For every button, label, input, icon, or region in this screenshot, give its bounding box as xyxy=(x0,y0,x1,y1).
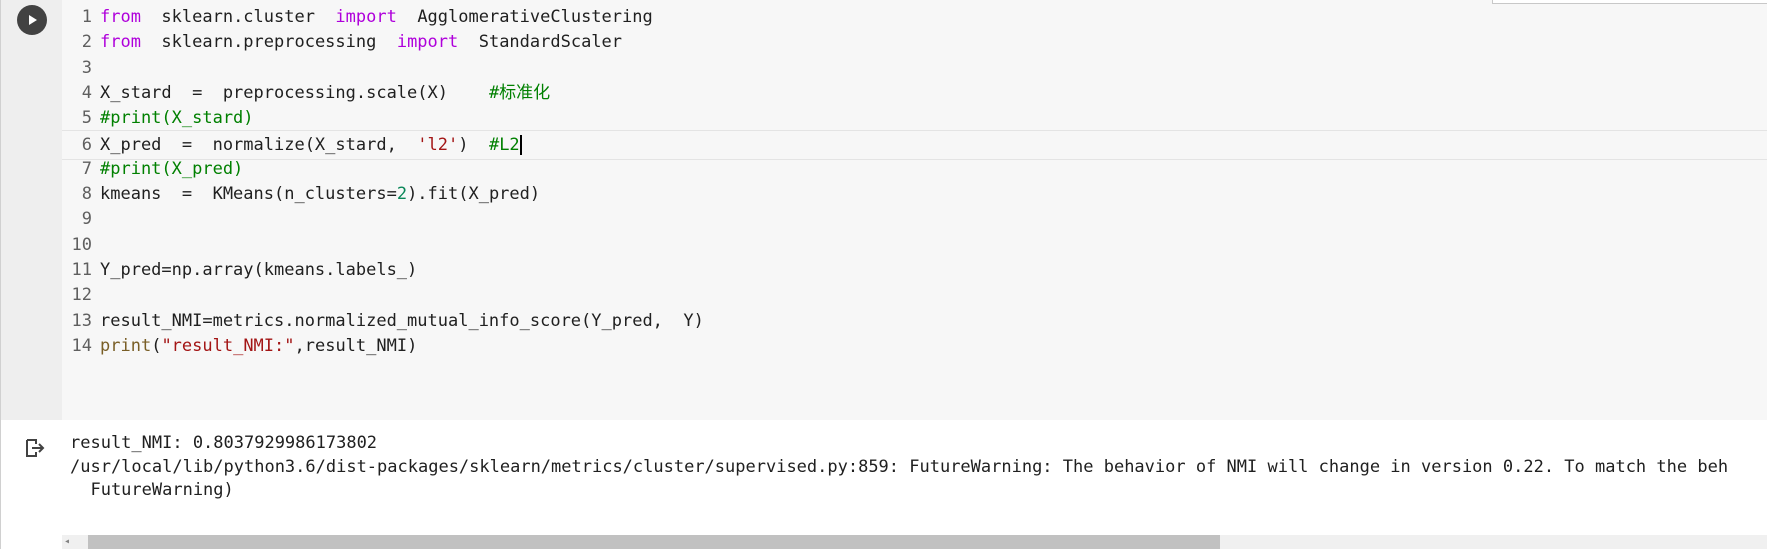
line-number: 10 xyxy=(71,234,92,255)
code-token: 2 xyxy=(396,184,408,205)
code-token: "result_NMI:" xyxy=(161,335,295,356)
code-line[interactable]: 13 result_NMI=metrics.normalized_mutual_i… xyxy=(62,307,1767,336)
code-line[interactable]: 12 xyxy=(62,281,1767,310)
text-cursor xyxy=(519,134,522,155)
code-token: Y_pred=np.array(kmeans.labels_) xyxy=(100,260,418,280)
code-line[interactable]: 4 X_stard = preprocessing.scale(X) #标准化 xyxy=(62,79,1767,108)
line-number: 5 xyxy=(81,108,92,129)
code-token: X_stard = preprocessing.scale(X) xyxy=(100,82,489,103)
line-number: 4 xyxy=(81,82,92,103)
output-line-result: result_NMI: 0.8037929986173802 xyxy=(70,433,378,453)
code-token: import xyxy=(335,7,397,27)
code-token: ).fit(X_pred) xyxy=(407,184,541,205)
line-number: 9 xyxy=(81,209,92,230)
code-token: AgglomerativeClustering xyxy=(396,7,653,27)
code-token: result_NMI=metrics.normalized_mutual_inf… xyxy=(100,310,704,331)
code-line[interactable]: 2 from sklearn.preprocessing import Stand… xyxy=(62,28,1767,57)
line-number: 14 xyxy=(71,335,92,356)
code-token: from xyxy=(100,32,141,53)
line-number: 7 xyxy=(81,158,92,179)
code-token: #print(X_pred) xyxy=(100,158,244,179)
code-token: sklearn.cluster xyxy=(140,7,336,27)
code-line[interactable]: 1 from sklearn.cluster import Agglomerati… xyxy=(62,3,1767,32)
line-number: 12 xyxy=(71,285,92,306)
output-line-futurewarning: FutureWarning) xyxy=(70,480,234,500)
code-token: #标准化 xyxy=(488,82,551,103)
code-token: StandardScaler xyxy=(458,32,623,53)
output-line-warning: /usr/local/lib/python3.6/dist-packages/s… xyxy=(70,457,1729,477)
code-line[interactable]: 10 xyxy=(62,231,1767,260)
code-token: #L2 xyxy=(488,134,520,155)
horizontal-scrollbar-thumb[interactable] xyxy=(88,535,1220,549)
line-number: 8 xyxy=(81,184,92,205)
line-number: 11 xyxy=(71,260,92,280)
code-line[interactable]: 5 #print(X_stard) xyxy=(62,104,1767,133)
output-redirect-icon[interactable] xyxy=(23,436,47,460)
code-token: ,result_NMI) xyxy=(294,335,418,356)
code-token: from xyxy=(100,7,141,27)
code-line[interactable]: 8 kmeans = KMeans(n_clusters=2).fit(X_pre… xyxy=(62,180,1767,209)
code-line[interactable]: 3 xyxy=(62,54,1767,83)
code-token: print xyxy=(100,335,152,356)
code-token: X_pred = normalize(X_stard, xyxy=(100,134,418,155)
code-token: 'l2' xyxy=(417,134,459,155)
code-token: import xyxy=(396,32,459,53)
code-editor[interactable]: 1 from sklearn.cluster import Agglomerati… xyxy=(62,0,1767,420)
cell-toolbar-edge xyxy=(1492,0,1767,4)
code-token: ) xyxy=(458,134,489,155)
code-token: kmeans = KMeans(n_clusters= xyxy=(100,184,397,205)
cell-gutter xyxy=(1,0,62,420)
cell-output: result_NMI: 0.8037929986173802 /usr/loca… xyxy=(1,420,1767,549)
scroll-left-arrow-icon[interactable]: ◂ xyxy=(64,537,74,547)
line-number: 3 xyxy=(81,57,92,78)
run-cell-button[interactable] xyxy=(17,5,47,35)
line-number: 1 xyxy=(81,7,92,27)
code-token: #print(X_stard) xyxy=(100,108,254,129)
code-line[interactable]: 9 xyxy=(62,205,1767,234)
code-token: sklearn.preprocessing xyxy=(140,32,397,53)
line-number: 13 xyxy=(71,310,92,331)
code-line[interactable]: 14 print("result_NMI:",result_NMI) xyxy=(62,332,1767,361)
play-icon xyxy=(29,15,37,25)
line-number: 2 xyxy=(81,32,92,53)
notebook-code-cell: 1 from sklearn.cluster import Agglomerati… xyxy=(0,0,1767,549)
code-token: ( xyxy=(151,335,162,356)
code-line[interactable]: 11 Y_pred=np.array(kmeans.labels_) xyxy=(62,256,1767,285)
code-line[interactable]: 7 #print(X_pred) xyxy=(62,155,1767,184)
